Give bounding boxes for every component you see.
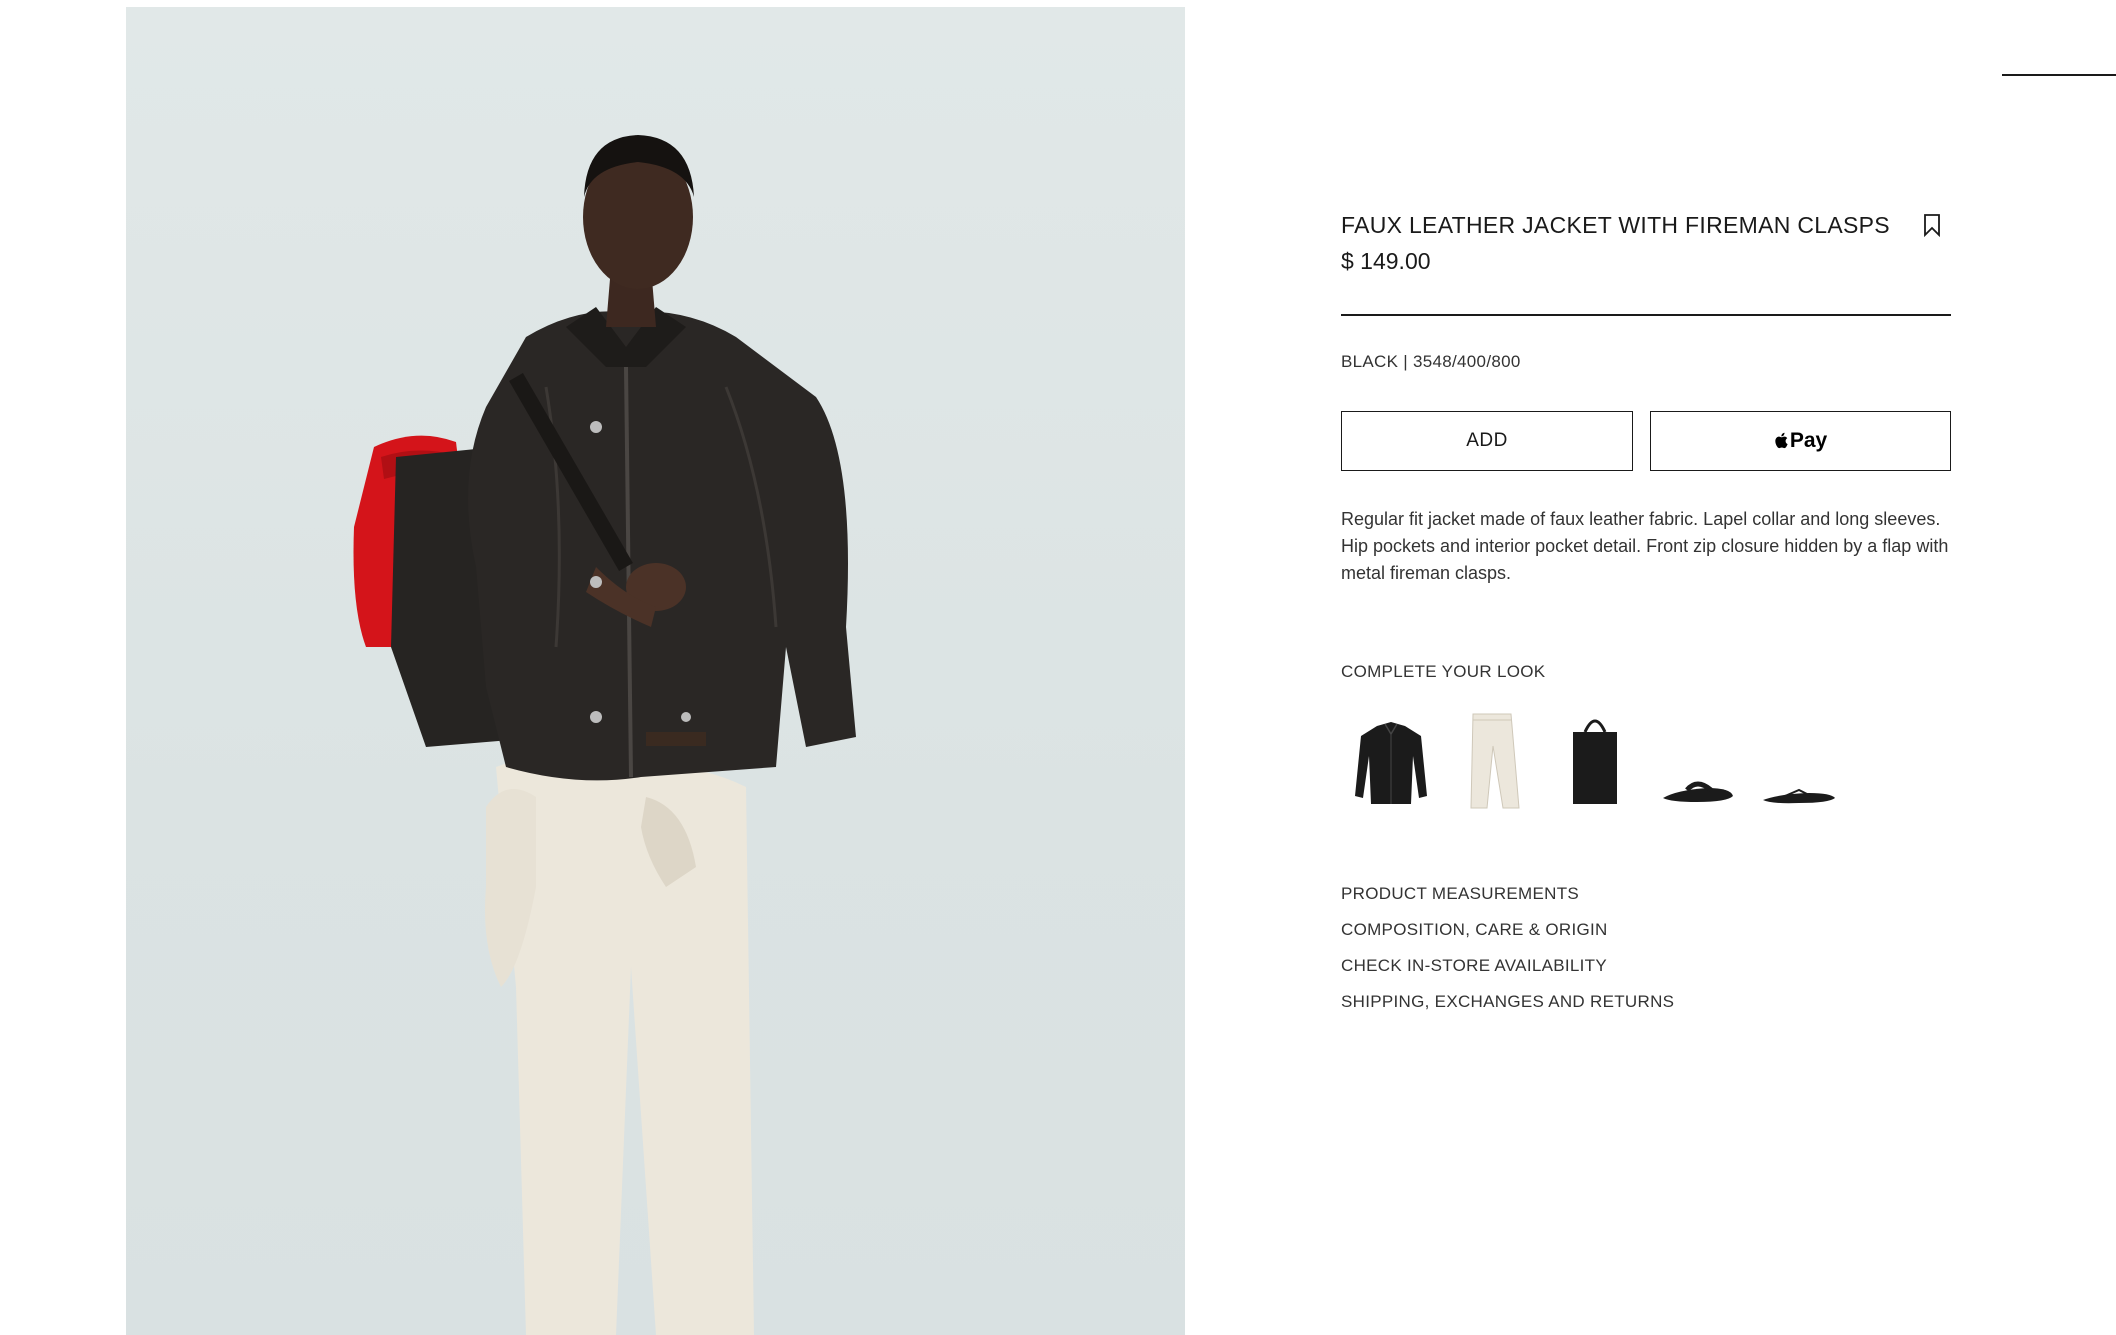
color-reference: BLACK | 3548/400/800 bbox=[1341, 352, 1521, 371]
black-sandals-icon bbox=[1663, 781, 1733, 802]
look-item-black-shirt[interactable] bbox=[1341, 706, 1441, 816]
product-description: Regular fit jacket made of faux leather … bbox=[1341, 509, 1949, 583]
complete-your-look-list bbox=[1341, 706, 1849, 816]
apple-pay-label: Pay bbox=[1789, 429, 1828, 452]
look-item-white-trousers[interactable] bbox=[1443, 706, 1543, 816]
bookmark-icon[interactable] bbox=[1921, 212, 1943, 238]
look-item-black-flip-flops[interactable] bbox=[1749, 706, 1849, 816]
complete-your-look-heading: COMPLETE YOUR LOOK bbox=[1341, 662, 1546, 681]
model-illustration bbox=[353, 135, 856, 1335]
product-info-links: PRODUCT MEASUREMENTS COMPOSITION, CARE &… bbox=[1341, 876, 1674, 1020]
look-item-black-tote-bag[interactable] bbox=[1545, 706, 1645, 816]
product-page: FAUX LEATHER JACKET WITH FIREMAN CLASPS … bbox=[0, 0, 2116, 1335]
look-item-black-sandals[interactable] bbox=[1647, 706, 1747, 816]
product-title: FAUX LEATHER JACKET WITH FIREMAN CLASPS bbox=[1341, 212, 1890, 238]
black-shirt-icon bbox=[1355, 722, 1427, 804]
apple-icon bbox=[1775, 432, 1788, 448]
apple-pay-button[interactable]: Pay bbox=[1650, 411, 1951, 471]
white-trousers-icon bbox=[1470, 713, 1520, 809]
add-to-cart-button[interactable]: ADD bbox=[1341, 411, 1633, 471]
shipping-exchanges-returns-link[interactable]: SHIPPING, EXCHANGES AND RETURNS bbox=[1341, 984, 1674, 1020]
black-flip-flops-icon bbox=[1763, 788, 1835, 804]
product-price: $ 149.00 bbox=[1341, 248, 1431, 274]
check-in-store-availability-link[interactable]: CHECK IN-STORE AVAILABILITY bbox=[1341, 948, 1674, 984]
title-row: FAUX LEATHER JACKET WITH FIREMAN CLASPS bbox=[1341, 210, 1951, 240]
composition-care-origin-link[interactable]: COMPOSITION, CARE & ORIGIN bbox=[1341, 912, 1674, 948]
divider bbox=[1341, 314, 1951, 316]
product-measurements-link[interactable]: PRODUCT MEASUREMENTS bbox=[1341, 876, 1674, 912]
product-main-image[interactable] bbox=[126, 7, 1185, 1335]
black-tote-bag-icon bbox=[1573, 719, 1617, 804]
menu-line-icon[interactable] bbox=[2002, 74, 2116, 76]
